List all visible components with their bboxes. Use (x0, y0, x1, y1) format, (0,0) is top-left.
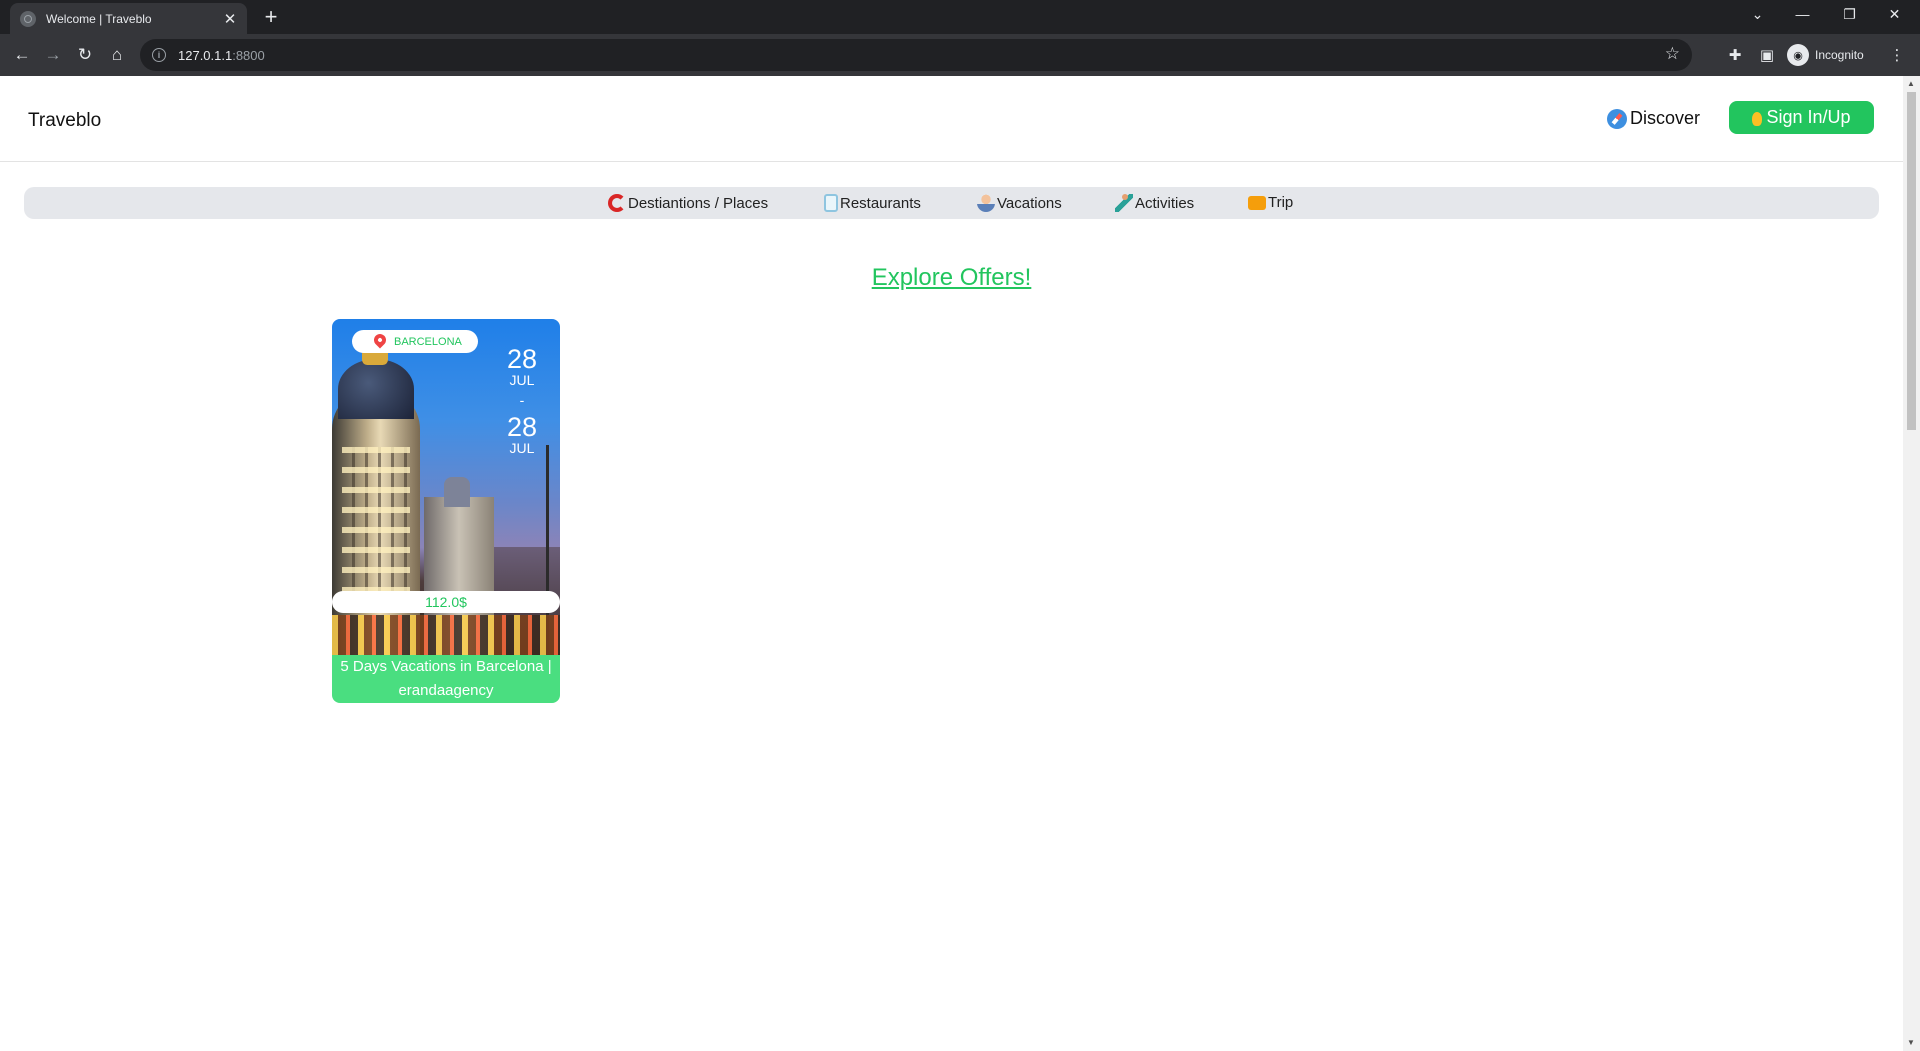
minimize-icon[interactable]: — (1780, 0, 1825, 28)
restore-icon[interactable]: ❐ (1827, 0, 1872, 28)
end-day: 28 (506, 412, 538, 442)
sign-in-label: Sign In/Up (1766, 107, 1851, 127)
target-icon (608, 194, 626, 212)
incognito-icon: ◉ (1787, 44, 1809, 66)
incognito-label: Incognito (1815, 48, 1864, 62)
tower-shape (444, 477, 470, 507)
category-label: Activities (1135, 194, 1195, 212)
street-lights (332, 615, 560, 655)
bookmark-star-icon[interactable]: ☆ (1665, 44, 1680, 64)
discover-link[interactable]: Discover (1607, 108, 1700, 129)
reload-icon[interactable]: ↻ (71, 41, 99, 69)
category-label: Restaurants (840, 194, 921, 212)
browser-menu-icon[interactable]: ⋮ (1885, 43, 1909, 67)
category-label: Destiantions / Places (628, 194, 769, 212)
address-bar[interactable]: i 127.0.1.1:8800 ☆ (140, 39, 1692, 71)
scrollbar-thumb[interactable] (1907, 92, 1916, 430)
explore-offers-heading[interactable]: Explore Offers! (0, 264, 1903, 292)
tab-close-icon[interactable]: ✕ (221, 10, 239, 28)
location-label: BARCELONA (394, 335, 462, 348)
compass-icon (1607, 108, 1627, 129)
lightbulb-icon (1752, 111, 1763, 126)
scroll-up-icon[interactable]: ▲ (1907, 79, 1915, 88)
url-text: 127.0.1.1:8800 (178, 48, 265, 63)
tab-title: Welcome | Traveblo (46, 11, 152, 26)
person-icon (977, 194, 995, 212)
date-range: 28 JUL - 28 JUL (498, 345, 546, 455)
windows-pattern (342, 447, 410, 607)
location-pin-icon (371, 331, 389, 349)
tab-search-icon[interactable]: ⌄ (1735, 0, 1780, 28)
category-label: Vacations (997, 194, 1062, 212)
runner-icon (1115, 194, 1133, 212)
url-host: 127.0.1.1 (178, 47, 233, 63)
dome-shape (338, 359, 414, 419)
sign-in-button[interactable]: Sign In/Up (1729, 101, 1874, 134)
offer-title[interactable]: 5 Days Vacations in Barcelona | erandaag… (332, 655, 560, 703)
category-destinations[interactable]: Destiantions / Places (608, 194, 768, 212)
category-label: Trip (1268, 194, 1294, 211)
price-badge: 112.0$ (332, 591, 560, 613)
page-scrollbar[interactable]: ▲ ▼ (1903, 76, 1920, 1051)
side-panel-icon[interactable]: ▣ (1755, 43, 1779, 67)
offer-card[interactable]: BARCELONA 28 JUL - 28 JUL 112.0$ 5 Days … (332, 319, 560, 703)
end-month: JUL (509, 440, 535, 456)
page-viewport: Traveblo Discover Sign In/Up Destiantion… (0, 76, 1903, 1051)
category-trip[interactable]: Trip (1248, 194, 1293, 211)
brand-logo[interactable]: Traveblo (28, 110, 101, 132)
globe-icon (20, 10, 36, 27)
url-port: :8800 (232, 47, 265, 63)
home-icon[interactable]: ⌂ (103, 41, 131, 69)
back-icon[interactable]: ← (8, 41, 36, 69)
date-separator: - (519, 392, 525, 408)
category-vacations[interactable]: Vacations (977, 194, 1062, 212)
new-tab-icon[interactable]: + (258, 5, 284, 31)
category-bar: Destiantions / Places Restaurants Vacati… (24, 187, 1879, 219)
scroll-down-icon[interactable]: ▼ (1907, 1038, 1915, 1047)
browser-tab[interactable]: Welcome | Traveblo ✕ (10, 3, 247, 34)
window-close-icon[interactable]: ✕ (1872, 0, 1917, 28)
browser-toolbar: ← → ↻ ⌂ i 127.0.1.1:8800 ☆ ✚ ▣ ◉ Incogni… (0, 34, 1920, 76)
browser-tab-bar: Welcome | Traveblo ✕ + ⌄ — ❐ ✕ (0, 0, 1920, 34)
site-header: Traveblo Discover Sign In/Up (0, 76, 1903, 162)
extensions-icon[interactable]: ✚ (1723, 43, 1747, 67)
incognito-indicator[interactable]: ◉ Incognito (1787, 42, 1864, 68)
category-restaurants[interactable]: Restaurants (824, 194, 921, 212)
briefcase-icon (1248, 195, 1266, 210)
start-day: 28 (506, 344, 538, 374)
site-info-icon[interactable]: i (152, 48, 166, 62)
menu-card-icon (824, 194, 838, 212)
location-badge: BARCELONA (352, 330, 478, 353)
forward-icon[interactable]: → (39, 41, 67, 69)
discover-label: Discover (1630, 108, 1701, 128)
start-month: JUL (509, 372, 535, 388)
category-activities[interactable]: Activities (1115, 194, 1194, 212)
